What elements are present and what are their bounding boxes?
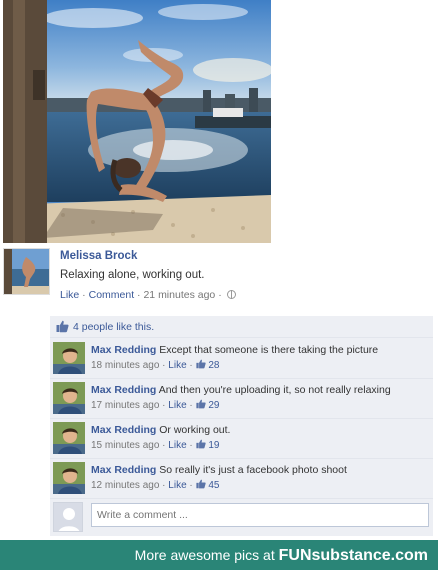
commenter-avatar[interactable]: [53, 382, 85, 414]
likes-count-link[interactable]: 4 people like this.: [73, 321, 154, 333]
current-user-avatar: [53, 502, 83, 532]
comment-meta: 15 minutes ago · Like · 19: [91, 439, 219, 451]
separator: ·: [186, 480, 196, 491]
commenter-name[interactable]: Max Redding: [91, 384, 156, 396]
commenter-name[interactable]: Max Redding: [91, 424, 156, 436]
globe-icon: [226, 290, 236, 299]
comment-text: Except that someone is there taking the …: [159, 344, 379, 356]
avatar-image: [53, 422, 85, 454]
commenter-name[interactable]: Max Redding: [91, 344, 156, 356]
avatar-image: [53, 462, 85, 494]
separator: ·: [215, 289, 225, 301]
separator: ·: [186, 440, 196, 451]
separator: ·: [159, 360, 169, 371]
post-photo[interactable]: [3, 0, 271, 243]
avatar-image: [53, 342, 85, 374]
post-text: Relaxing alone, working out.: [60, 269, 205, 281]
footer-prefix: More awesome pics at: [134, 547, 279, 563]
comment-meta: 17 minutes ago · Like · 29: [91, 399, 219, 411]
separator: ·: [159, 480, 169, 491]
footer-brand[interactable]: FUNsubstance.com: [279, 547, 428, 564]
comment-item: Max Redding Or working out. 15 minutes ag…: [50, 419, 433, 459]
write-comment-row: [50, 497, 433, 536]
post-thumbnail[interactable]: [3, 248, 50, 295]
separator: ·: [186, 400, 196, 411]
comment-like-link[interactable]: Like: [168, 400, 186, 411]
separator: ·: [186, 360, 196, 371]
comment-text: And then you're uploading it, so not rea…: [158, 384, 391, 396]
avatar-image: [53, 382, 85, 414]
comment-input[interactable]: [91, 503, 429, 527]
comment-like-link[interactable]: Like: [168, 440, 186, 451]
comment-timestamp[interactable]: 17 minutes ago: [91, 400, 159, 411]
comment-meta: 18 minutes ago · Like · 28: [91, 359, 219, 371]
post-like-link[interactable]: Like: [60, 289, 79, 301]
thumbs-up-icon: [195, 439, 206, 449]
comment-like-count[interactable]: 28: [208, 360, 219, 371]
comment-meta: 12 minutes ago · Like · 45: [91, 479, 219, 491]
comment-like-link[interactable]: Like: [168, 360, 186, 371]
comment-body: Max Redding So really it's just a facebo…: [91, 464, 347, 476]
commenter-avatar[interactable]: [53, 422, 85, 454]
post-actions: Like · Comment · 21 minutes ago ·: [60, 289, 236, 301]
comment-like-count[interactable]: 19: [208, 440, 219, 451]
default-avatar-icon: [54, 503, 82, 531]
commenter-avatar[interactable]: [53, 462, 85, 494]
comment-timestamp[interactable]: 18 minutes ago: [91, 360, 159, 371]
post-comment-link[interactable]: Comment: [89, 289, 135, 301]
comment-item: Max Redding And then you're uploading it…: [50, 379, 433, 419]
comment-item: Max Redding So really it's just a facebo…: [50, 459, 433, 499]
comment-like-count[interactable]: 45: [208, 480, 219, 491]
commenter-avatar[interactable]: [53, 342, 85, 374]
comment-timestamp[interactable]: 15 minutes ago: [91, 440, 159, 451]
comment-like-link[interactable]: Like: [168, 480, 186, 491]
likes-summary: 4 people like this.: [50, 316, 433, 338]
thumbs-up-icon: [195, 359, 206, 369]
commenter-name[interactable]: Max Redding: [91, 464, 156, 476]
comment-like-count[interactable]: 29: [208, 400, 219, 411]
comment-body: Max Redding And then you're uploading it…: [91, 384, 391, 396]
separator: ·: [159, 400, 169, 411]
thumbs-up-icon: [56, 320, 69, 333]
thumbs-up-icon: [195, 479, 206, 489]
comment-body: Max Redding Or working out.: [91, 424, 230, 436]
thumbs-up-icon: [195, 399, 206, 409]
comment-text: Or working out.: [159, 424, 231, 436]
comment-body: Max Redding Except that someone is there…: [91, 344, 378, 356]
footer-text: More awesome pics at FUNsubstance.com: [135, 547, 428, 565]
comment-timestamp[interactable]: 12 minutes ago: [91, 480, 159, 491]
post-author[interactable]: Melissa Brock: [60, 250, 137, 262]
separator: ·: [159, 440, 169, 451]
post-timestamp[interactable]: 21 minutes ago: [143, 289, 215, 301]
photo-image: [3, 0, 271, 243]
footer-banner: More awesome pics at FUNsubstance.com: [0, 540, 438, 570]
comments-section: 4 people like this. Max Redding Except t…: [50, 316, 433, 536]
thumbnail-image: [4, 249, 49, 294]
post-header: Melissa Brock Relaxing alone, working ou…: [3, 247, 433, 305]
comment-item: Max Redding Except that someone is there…: [50, 339, 433, 379]
separator: ·: [79, 289, 89, 301]
comment-text: So really it's just a facebook photo sho…: [159, 464, 347, 476]
